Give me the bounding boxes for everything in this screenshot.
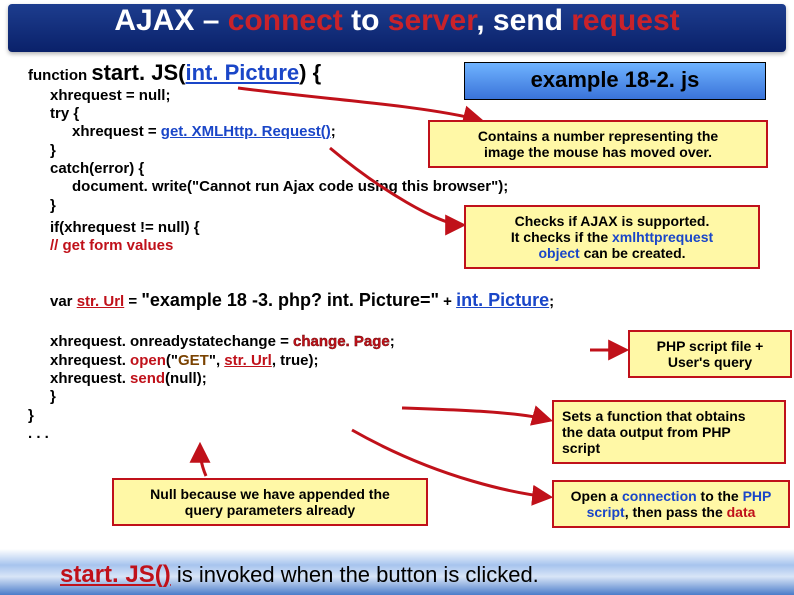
code-l13-get: GET: [178, 352, 209, 369]
callout-ajax-support: Checks if AJAX is supported. It checks i…: [464, 205, 760, 269]
callout-ajax-l3a: object: [538, 245, 579, 261]
callout-null-l2: query parameters already: [185, 502, 355, 518]
bottom-sentence: start. JS() is invoked when the button i…: [60, 561, 774, 589]
code-l12-a: xhrequest. onreadystatechange =: [50, 333, 293, 350]
bottom-fn: start. JS(): [60, 561, 171, 588]
callout-open-l2b: , then pass the: [625, 504, 727, 520]
code-l13-e: ",: [209, 352, 224, 369]
callout-phpquery: PHP script file + User's query: [628, 330, 792, 378]
title-mid-1: to: [343, 4, 388, 37]
callout-intpicture-l1: Contains a number representing the: [478, 128, 718, 144]
callout-open: Open a connection to the PHP script, the…: [552, 480, 790, 528]
callout-change: Sets a function that obtains the data ou…: [552, 400, 786, 464]
code-l11-eq: =: [124, 293, 141, 310]
callout-php-l2: User's query: [668, 354, 752, 370]
callout-intpicture-l2: image the mouse has moved over.: [484, 144, 712, 160]
filename-box: example 18-2. js: [464, 62, 766, 100]
param-intpicture: int. Picture: [185, 60, 299, 85]
callout-open-l2a: script: [587, 504, 625, 520]
title-prefix: AJAX –: [114, 4, 227, 37]
callout-ajax-l2a: It checks if the: [511, 229, 612, 245]
code-l4-a: xhrequest =: [72, 123, 161, 140]
callout-null-l1: Null because we have appended the: [150, 486, 390, 502]
title-red-1: connect: [228, 4, 343, 37]
code-l13-open: open: [130, 352, 166, 369]
code-l11-plus: +: [439, 293, 456, 310]
code-l4-c: ;: [331, 123, 336, 140]
code-l14-send: send: [130, 370, 165, 387]
title-red-2: server: [388, 4, 476, 37]
code-l4-getxml: get. XMLHttp. Request(): [161, 123, 331, 140]
code-l11-string: "example 18 -3. php? int. Picture=": [141, 290, 439, 310]
title-red-3: request: [571, 4, 679, 37]
title-mid-2: , send: [476, 4, 571, 37]
slide-title: AJAX – connect to server, send request: [0, 4, 794, 38]
callout-open-l1a: Open a: [571, 488, 622, 504]
code-l13-c: (": [166, 352, 178, 369]
callout-open-l1b: connection: [622, 488, 697, 504]
code-l11-semi: ;: [549, 293, 554, 310]
code-l12-c: ;: [390, 333, 395, 350]
code-l13-g: , true);: [272, 352, 319, 369]
kw-function: function: [28, 67, 91, 84]
callout-ajax-l2b: xmlhttprequest: [612, 229, 713, 245]
callout-open-l1d: PHP: [743, 488, 772, 504]
code-l14-a: xhrequest.: [50, 370, 130, 387]
bottom-rest: is invoked when the button is clicked.: [171, 562, 539, 587]
callout-ajax-l1: Checks if AJAX is supported.: [515, 213, 710, 229]
code-l11-var: var: [50, 293, 77, 310]
code-l11-intpic: int. Picture: [456, 290, 549, 310]
callout-change-l1: Sets a function that obtains: [562, 408, 746, 424]
callout-ajax-l3b: can be created.: [580, 245, 686, 261]
code-l14-c: (null);: [165, 370, 207, 387]
callout-change-l2: the data output from PHP: [562, 424, 731, 440]
callout-open-l2c: data: [727, 504, 756, 520]
fn-close: ) {: [299, 60, 321, 85]
callout-change-l3: script: [562, 440, 600, 456]
code-l11-strurl: str. Url: [77, 293, 125, 310]
code-l12-changepage: change. Page: [293, 333, 390, 350]
fn-startjs: start. JS(: [91, 60, 185, 85]
callout-open-l1c: to the: [697, 488, 743, 504]
callout-null: Null because we have appended the query …: [112, 478, 428, 526]
code-l7: document. write("Cannot run Ajax code us…: [28, 178, 768, 196]
callout-php-l1: PHP script file +: [657, 338, 764, 354]
code-l13-strurl: str. Url: [224, 352, 272, 369]
code-l13-a: xhrequest.: [50, 352, 130, 369]
callout-intpicture: Contains a number representing the image…: [428, 120, 768, 168]
